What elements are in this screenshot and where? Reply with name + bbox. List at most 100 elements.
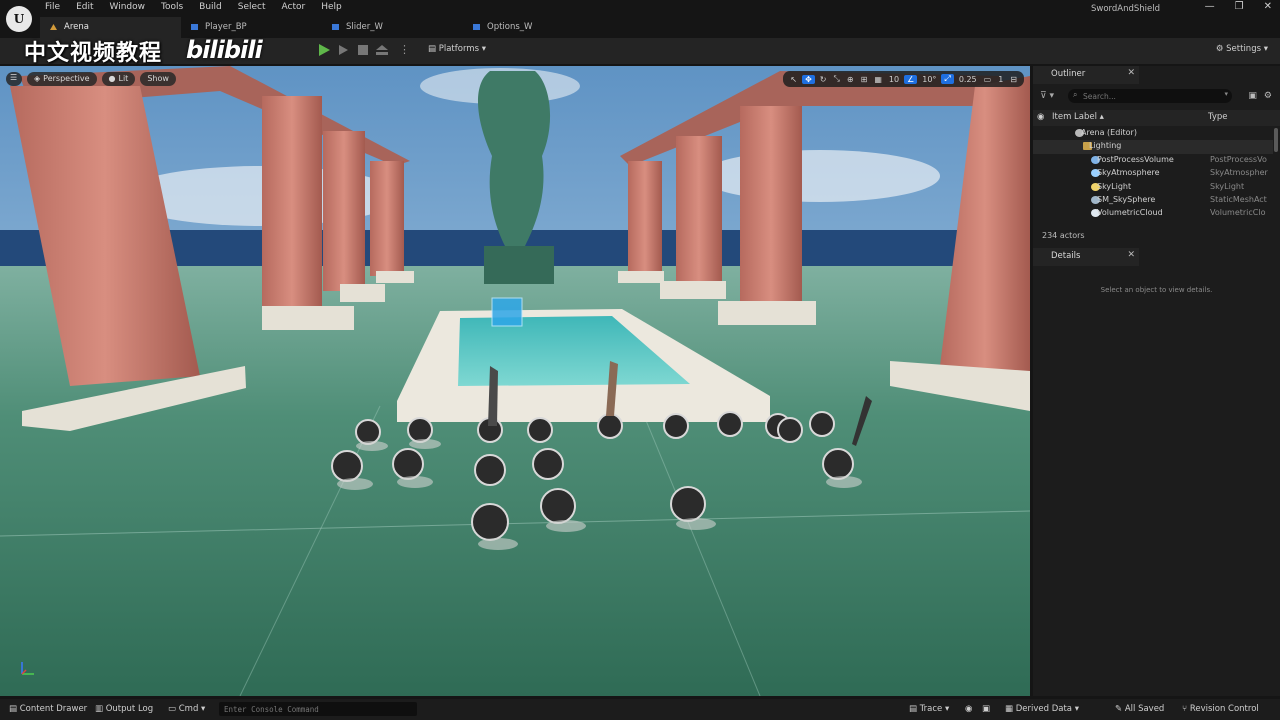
tab-player-bp[interactable]: Player_BP [181, 17, 322, 38]
content-drawer-label: Content Drawer [19, 704, 88, 714]
column-right-2 [676, 136, 722, 286]
rotation-snap-icon[interactable]: ∠ [904, 74, 918, 84]
rotate-mode-icon[interactable]: ↻ [818, 75, 829, 84]
scale-snap-value[interactable]: 0.25 [957, 75, 979, 84]
show-button[interactable]: Show [140, 72, 176, 86]
minimize-button[interactable]: — [1205, 1, 1215, 12]
viewport-layout-icon[interactable]: ⊟ [1008, 75, 1019, 84]
outliner-search[interactable]: ⌕ ▾ [1068, 89, 1232, 103]
details-tab[interactable]: Details ✕ [1033, 248, 1139, 266]
output-log-label: Output Log [105, 704, 154, 714]
trace-button[interactable]: ▤ Trace ▾ [909, 704, 949, 714]
derived-data-button[interactable]: ▦ Derived Data ▾ [1005, 704, 1079, 714]
platforms-button[interactable]: ▤ Platforms ▾ [428, 44, 486, 54]
scale-mode-icon[interactable]: ⤡ [832, 74, 842, 84]
outliner-row[interactable]: PostProcessVolume PostProcessVo [1033, 154, 1273, 167]
col-item-label[interactable]: Item Label ▴ [1052, 112, 1104, 122]
level-viewport[interactable]: ☰ ◈ Perspective ● Lit Show ↖ ✥ ↻ ⤡ ⊕ ⊞ ▦ 1… [0, 66, 1030, 696]
outliner-row-label: VolumetricCloud [1097, 208, 1163, 218]
platforms-label: Platforms [438, 44, 480, 54]
cloud [700, 150, 940, 202]
outliner-row[interactable]: VolumetricCloud VolumetricClo [1033, 207, 1273, 220]
outliner-search-input[interactable] [1083, 90, 1218, 102]
blueprint-icon [191, 24, 198, 30]
menu-tools[interactable]: Tools [161, 2, 192, 12]
view-mode-button[interactable]: ● Lit [101, 72, 136, 86]
content-drawer-button[interactable]: ▤ Content Drawer [9, 704, 87, 714]
chevron-down-icon[interactable]: ▾ [1224, 90, 1228, 98]
camera-speed-value[interactable]: 1 [996, 75, 1005, 84]
perspective-button[interactable]: ◈ Perspective [27, 72, 97, 86]
world-space-icon[interactable]: ⊕ [845, 75, 856, 84]
revision-control-button[interactable]: ⑂ Revision Control [1182, 704, 1259, 714]
outliner-row-label: SkyAtmosphere [1097, 168, 1160, 178]
screenshot-icon[interactable]: ▣ [982, 704, 990, 714]
settings-icon[interactable]: ⚙ [1264, 91, 1272, 101]
derived-data-icon: ▦ [1005, 704, 1014, 714]
tab-label: Arena [64, 22, 89, 32]
scene-render [0, 66, 1030, 696]
column-right-3 [740, 106, 802, 306]
unreal-logo-icon[interactable]: U [6, 6, 32, 32]
revision-control-label: Revision Control [1189, 704, 1259, 714]
col-type[interactable]: Type [1208, 112, 1228, 122]
tab-slider-w[interactable]: Slider_W [322, 17, 463, 38]
column-left-3 [323, 131, 365, 291]
all-saved-label: All Saved [1124, 704, 1165, 714]
add-folder-icon[interactable]: ▣ [1248, 91, 1257, 101]
trace-icon: ▤ [909, 704, 918, 714]
outliner-row[interactable]: SM_SkySphere StaticMeshAct [1033, 194, 1273, 207]
play-options-icon[interactable]: ⋮ [399, 43, 410, 56]
eject-icon[interactable] [376, 45, 388, 55]
grid-snap-icon[interactable]: ▦ [872, 75, 884, 84]
rotation-snap-value[interactable]: 10° [920, 75, 938, 84]
outliner-row-label: SM_SkySphere [1097, 194, 1156, 204]
derived-data-label: Derived Data [1015, 704, 1073, 714]
outliner-row-label: Arena (Editor) [1081, 128, 1137, 137]
filter-icon[interactable]: ⊽ ▾ [1040, 91, 1054, 101]
tab-options-w[interactable]: Options_W [463, 17, 604, 38]
all-saved-button[interactable]: ✎ All Saved [1115, 704, 1164, 714]
advance-frame-icon[interactable] [339, 45, 348, 55]
cube-icon: ◈ [34, 74, 41, 83]
trace-label: Trace [919, 704, 943, 714]
console-input[interactable] [224, 703, 414, 715]
menu-select[interactable]: Select [238, 2, 275, 12]
close-icon[interactable]: ✕ [1127, 250, 1135, 260]
console-command-field[interactable] [219, 702, 417, 716]
grid-snap-value[interactable]: 10 [887, 75, 901, 84]
outliner-row[interactable]: SkyLight SkyLight [1033, 181, 1273, 194]
outliner-row[interactable]: Arena (Editor) [1033, 127, 1273, 140]
stop-icon[interactable] [358, 45, 368, 55]
menu-build[interactable]: Build [199, 2, 231, 12]
perspective-label: Perspective [43, 74, 90, 83]
menu-file[interactable]: File [45, 2, 69, 12]
revision-icon: ⑂ [1182, 704, 1188, 714]
scale-snap-icon[interactable]: ⤢ [941, 74, 954, 84]
settings-button[interactable]: ⚙ Settings ▾ [1216, 44, 1268, 54]
axis-indicator-icon [21, 662, 34, 675]
outliner-buttons: ▣ ⚙ [1248, 91, 1272, 101]
record-icon[interactable]: ◉ [965, 704, 972, 714]
menu-edit[interactable]: Edit [76, 2, 102, 12]
output-log-button[interactable]: ▥ Output Log [95, 704, 153, 714]
translate-mode-icon[interactable]: ✥ [802, 74, 815, 84]
details-hint: Select an object to view details. [1100, 286, 1213, 294]
outliner-row[interactable]: Lighting [1033, 140, 1273, 154]
menu-help[interactable]: Help [321, 2, 351, 12]
close-icon[interactable]: ✕ [1127, 68, 1135, 78]
visibility-icon[interactable]: ◉ [1037, 112, 1044, 122]
menu-actor[interactable]: Actor [282, 2, 315, 12]
camera-speed-icon[interactable]: ▭ [982, 75, 994, 84]
surface-snap-icon[interactable]: ⊞ [859, 75, 870, 84]
cmd-button[interactable]: ▭ Cmd ▾ [168, 704, 205, 714]
outliner-tab[interactable]: Outliner ✕ [1033, 66, 1139, 84]
outliner-scrollbar[interactable] [1274, 128, 1278, 152]
select-mode-icon[interactable]: ↖ [788, 75, 799, 84]
viewport-menu-icon[interactable]: ☰ [6, 72, 22, 86]
outliner-row[interactable]: SkyAtmosphere SkyAtmospher [1033, 167, 1273, 180]
close-button[interactable]: ✕ [1264, 1, 1272, 12]
maximize-button[interactable]: ❐ [1235, 1, 1244, 12]
menu-window[interactable]: Window [110, 2, 155, 12]
play-icon[interactable] [319, 44, 330, 56]
